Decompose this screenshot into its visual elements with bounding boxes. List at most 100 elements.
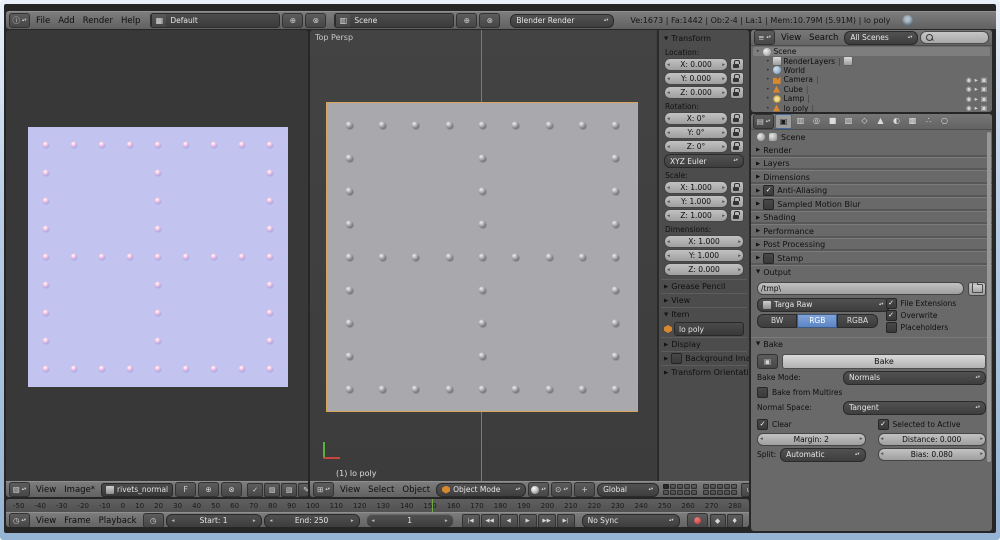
editor-type-info-button[interactable]: ⓘ▴▾: [9, 13, 30, 28]
increment-arrow-icon[interactable]: ▸: [978, 436, 985, 442]
restrict-render-icon[interactable]: ▣: [981, 76, 987, 84]
lock-icon[interactable]: [730, 126, 744, 139]
update-auto-icon[interactable]: ✓: [247, 483, 263, 497]
multires-checkbox[interactable]: [757, 387, 768, 398]
menu-frame[interactable]: Frame: [60, 516, 94, 526]
editor-type-properties-button[interactable]: ▤▴▾: [753, 114, 774, 129]
tab-scene[interactable]: ▥: [793, 114, 808, 127]
selected-to-active-checkbox[interactable]: ✓: [878, 419, 889, 430]
editor-type-3dview-button[interactable]: ⊞▴▾: [313, 482, 334, 497]
layer-toggle[interactable]: [710, 484, 716, 489]
increment-arrow-icon[interactable]: ▸: [720, 130, 727, 136]
tab-physics[interactable]: ○: [937, 114, 952, 127]
timeline-ruler[interactable]: -50-40-30-20-100102030405060708090100110…: [6, 499, 749, 512]
file-format-dropdown[interactable]: Targa Raw▴▾: [757, 298, 890, 312]
restrict-render-icon[interactable]: ▣: [981, 95, 987, 103]
decrement-arrow-icon[interactable]: ◂: [665, 90, 672, 96]
item-name-field[interactable]: lo poly: [674, 322, 744, 336]
increment-arrow-icon[interactable]: ▸: [251, 518, 258, 524]
location-x-field[interactable]: ◂X: 0.000▸: [664, 58, 728, 71]
panel-shading[interactable]: ▶Shading: [751, 211, 992, 225]
transform-panel-header[interactable]: ▼Transform: [661, 32, 747, 45]
scale-z-field[interactable]: ◂Z: 1.000▸: [664, 209, 728, 222]
checkbox-overwrite[interactable]: ✓: [886, 310, 897, 321]
layer-toggle[interactable]: [691, 490, 697, 495]
menu-render[interactable]: Render: [79, 16, 117, 26]
increment-arrow-icon[interactable]: ▸: [736, 239, 743, 245]
increment-arrow-icon[interactable]: ▸: [978, 451, 985, 457]
restrict-select-icon[interactable]: ▸: [975, 104, 978, 112]
scale-y-field[interactable]: ◂Y: 1.000▸: [664, 195, 728, 208]
checkbox-sampled-motion-blur[interactable]: [763, 199, 774, 210]
panel-background-images[interactable]: ▶Background Images: [661, 351, 747, 365]
location-y-field[interactable]: ◂Y: 0.000▸: [664, 72, 728, 85]
channel-alpha-icon[interactable]: ▧: [281, 483, 297, 497]
menu-object[interactable]: Object: [398, 485, 434, 495]
properties-scrollbar[interactable]: [987, 132, 991, 462]
rotation-x-field[interactable]: ◂X: 0°▸: [664, 112, 728, 125]
image-paint-icon[interactable]: ✎: [298, 483, 308, 497]
layer-toggle[interactable]: [710, 490, 716, 495]
expand-dot-icon[interactable]: •: [756, 48, 760, 55]
bias-field[interactable]: ◂Bias: 0.080▸: [878, 448, 987, 461]
prev-keyframe-button[interactable]: ◀◀: [481, 514, 499, 528]
tab-object[interactable]: ■: [825, 114, 840, 127]
menu-view[interactable]: View: [336, 485, 364, 495]
panel-display[interactable]: ▶Display: [661, 337, 747, 351]
increment-arrow-icon[interactable]: ▸: [720, 185, 727, 191]
panel-render[interactable]: ▶Render: [751, 144, 992, 157]
lock-icon[interactable]: [730, 140, 744, 153]
tab-modifiers[interactable]: ◇: [857, 114, 872, 127]
keying-set-icon[interactable]: ◆: [710, 514, 726, 528]
layer-toggle[interactable]: [731, 484, 737, 489]
tab-material[interactable]: ◐: [889, 114, 904, 127]
frame-end-field[interactable]: ◂End: 250▸: [264, 514, 360, 528]
outliner-item-camera[interactable]: •Camera|◉▸▣: [753, 75, 990, 84]
outliner-item-lo-poly[interactable]: •lo poly|◉▸▣: [753, 103, 990, 112]
record-button[interactable]: [687, 513, 708, 527]
layer-toggle[interactable]: [677, 484, 683, 489]
scene-selector[interactable]: ▥ Scene: [334, 13, 454, 28]
panel-dimensions[interactable]: ▶Dimensions: [751, 170, 992, 184]
restrict-view-icon[interactable]: ◉: [966, 85, 972, 93]
panel-transform-orientations[interactable]: ▶Transform Orientations: [661, 365, 747, 379]
rotation-z-field[interactable]: ◂Z: 0°▸: [664, 140, 728, 153]
checkbox-anti-aliasing[interactable]: ✓: [763, 185, 774, 196]
increment-arrow-icon[interactable]: ▸: [736, 267, 743, 273]
tab-object-data[interactable]: ▲: [873, 114, 888, 127]
scene-add-button[interactable]: ⊕: [456, 13, 477, 28]
bake-panel-header[interactable]: ▼Bake: [751, 337, 992, 351]
snap-magnet-icon[interactable]: ∪: [741, 483, 749, 497]
outliner-search-field[interactable]: [920, 31, 989, 44]
increment-arrow-icon[interactable]: ▸: [720, 144, 727, 150]
scene-close-button[interactable]: ⊗: [479, 13, 500, 28]
jump-end-button[interactable]: ▶|: [557, 514, 575, 528]
scene-browse-icon[interactable]: ▥: [335, 14, 350, 27]
decrement-arrow-icon[interactable]: ◂: [665, 267, 672, 273]
panel-stamp[interactable]: ▶Stamp: [751, 251, 992, 265]
pivot-point-button[interactable]: ⊙▴▾: [551, 482, 572, 497]
current-frame-marker[interactable]: [432, 499, 433, 512]
editor-type-image-button[interactable]: ▨▴▾: [9, 482, 30, 497]
decrement-arrow-icon[interactable]: ◂: [370, 518, 377, 524]
editor-type-timeline-button[interactable]: ◷▴▾: [9, 513, 30, 527]
increment-arrow-icon[interactable]: ▸: [349, 518, 356, 524]
decrement-arrow-icon[interactable]: ◂: [665, 199, 672, 205]
restrict-select-icon[interactable]: ▸: [975, 76, 978, 84]
expand-dot-icon[interactable]: •: [766, 95, 770, 102]
scale-x-field[interactable]: ◂X: 1.000▸: [664, 181, 728, 194]
image-datablock-field[interactable]: rivets_normal: [101, 483, 173, 497]
layer-toggle[interactable]: [703, 490, 709, 495]
layout-name[interactable]: Default: [166, 14, 279, 27]
layer-toggle[interactable]: [663, 490, 669, 495]
decrement-arrow-icon[interactable]: ◂: [665, 185, 672, 191]
normal-space-dropdown[interactable]: Tangent▴▾: [843, 401, 986, 415]
manipulator-button[interactable]: +: [574, 482, 595, 497]
panel-performance[interactable]: ▶Performance: [751, 224, 992, 238]
expand-dot-icon[interactable]: •: [766, 86, 770, 93]
viewport-canvas[interactable]: Top Persp (1) lo poly: [310, 30, 656, 482]
menu-add[interactable]: Add: [54, 16, 78, 26]
orientation-dropdown[interactable]: Global▴▾: [597, 483, 659, 497]
rotation-mode-dropdown[interactable]: XYZ Euler▴▾: [664, 154, 744, 168]
restrict-select-icon[interactable]: ▸: [975, 95, 978, 103]
